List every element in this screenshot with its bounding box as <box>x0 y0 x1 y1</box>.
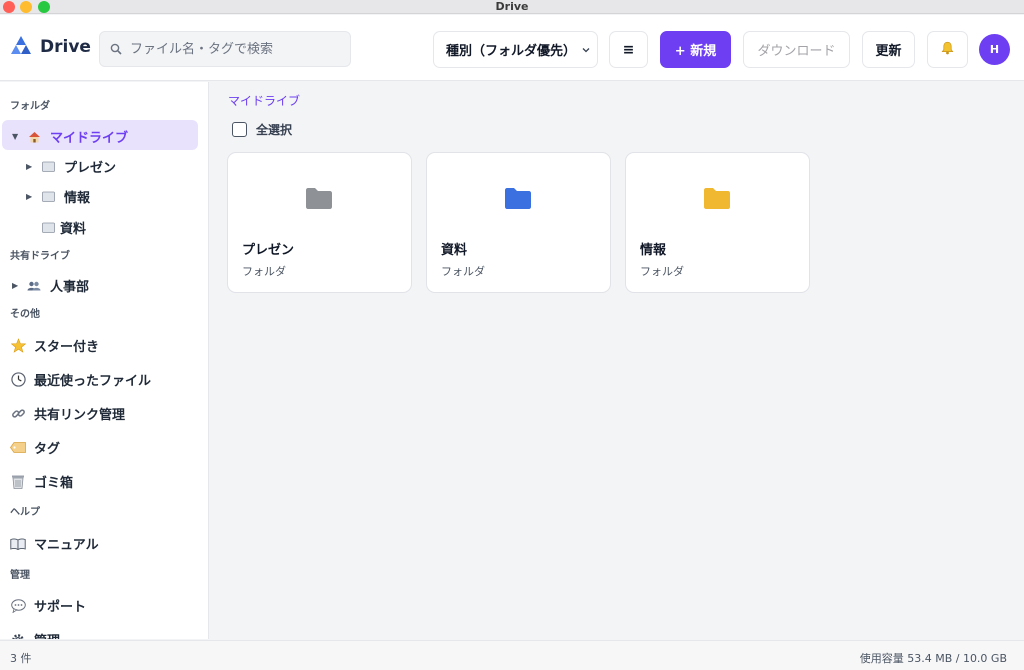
sidebar-item-recent[interactable]: 最近使ったファイル <box>10 370 151 389</box>
chat-bubble-icon <box>10 598 26 613</box>
sidebar-item-shiryo[interactable]: 資料 <box>40 218 86 237</box>
folder-icon <box>504 187 532 214</box>
hamburger-icon: ≡ <box>622 41 635 58</box>
app-logo[interactable]: Drive <box>10 35 91 59</box>
sidebar-item-label: 資料 <box>60 222 87 237</box>
sidebar-item-label: 共有リンク管理 <box>34 408 126 423</box>
chevron-down-icon <box>581 44 591 59</box>
expand-right-icon: ▶ <box>12 281 19 290</box>
new-button[interactable]: + 新規 <box>660 31 731 68</box>
user-avatar[interactable]: H <box>979 34 1010 65</box>
section-label-shared: 共有ドライブ <box>10 251 70 262</box>
main-content: マイドライブ 全選択 プレゼン フォルダ 資料 フォルダ 情報 フォルダ <box>210 82 1024 639</box>
folder-card[interactable]: 資料 フォルダ <box>426 152 611 293</box>
status-bar: 3 件 使用容量 53.4 MB / 10.0 GB <box>0 640 1024 670</box>
sidebar-item-my-drive-content[interactable]: ▼ マイドライブ <box>12 127 128 146</box>
notifications-button[interactable] <box>927 31 968 68</box>
download-button[interactable]: ダウンロード <box>743 31 850 68</box>
sidebar-item-trash[interactable]: ゴミ箱 <box>10 472 73 491</box>
view-menu-button[interactable]: ≡ <box>609 31 648 68</box>
sidebar-item-label: 管理 <box>34 630 60 639</box>
refresh-button[interactable]: 更新 <box>862 31 915 68</box>
gear-icon <box>10 633 26 639</box>
sidebar-item-presen[interactable]: ▶ プレゼン <box>26 157 116 176</box>
section-label-help: ヘルプ <box>10 507 40 518</box>
people-icon <box>26 281 42 291</box>
sidebar-item-shared-links[interactable]: 共有リンク管理 <box>10 404 125 423</box>
star-icon <box>10 338 26 353</box>
folder-card-name: プレゼン <box>242 243 295 258</box>
folder-card-type: フォルダ <box>640 265 684 278</box>
sidebar-item-support[interactable]: サポート <box>10 596 86 615</box>
section-label-folders: フォルダ <box>10 101 50 112</box>
folder-card-name: 資料 <box>441 243 468 258</box>
sidebar-item-label: スター付き <box>34 340 100 355</box>
sidebar: フォルダ ▼ マイドライブ ▶ プレゼン ▶ 情報 資料 共有ドライブ ▶ 人事… <box>0 82 209 639</box>
section-label-other: その他 <box>10 309 40 320</box>
folder-icon <box>40 222 56 233</box>
sidebar-item-label: マニュアル <box>34 538 99 553</box>
item-count: 3 件 <box>10 652 32 665</box>
sidebar-item-label: タグ <box>34 442 61 457</box>
select-all-label: 全選択 <box>256 123 293 137</box>
expand-down-icon: ▼ <box>12 132 19 141</box>
search-box[interactable] <box>99 31 351 67</box>
home-icon <box>26 131 42 143</box>
folder-card-type: フォルダ <box>242 265 286 278</box>
window-title: Drive <box>495 0 529 13</box>
drive-logo-icon <box>10 35 32 59</box>
sidebar-item-label: サポート <box>34 600 87 615</box>
folder-card[interactable]: プレゼン フォルダ <box>227 152 412 293</box>
tag-icon <box>10 442 26 453</box>
book-icon <box>10 538 26 550</box>
sort-select[interactable]: 種別（フォルダ優先） <box>433 31 598 68</box>
sidebar-item-label: ゴミ箱 <box>34 476 74 491</box>
top-bar: Drive 種別（フォルダ優先） ≡ + 新規 ダウンロード 更新 H <box>0 15 1024 81</box>
folder-icon <box>40 161 56 172</box>
folder-icon <box>703 187 731 214</box>
select-all[interactable]: 全選択 <box>232 121 292 138</box>
link-icon <box>10 406 26 421</box>
folder-icon <box>40 191 56 202</box>
folder-card[interactable]: 情報 フォルダ <box>625 152 810 293</box>
sidebar-item-label: 人事部 <box>50 280 90 295</box>
sort-select-value: 種別（フォルダ優先） <box>446 44 577 59</box>
storage-usage: 使用容量 53.4 MB / 10.0 GB <box>859 652 1007 665</box>
select-all-checkbox[interactable] <box>232 122 247 137</box>
sidebar-item-admin[interactable]: 管理 <box>10 630 60 639</box>
window-titlebar: Drive <box>0 0 1024 14</box>
expand-right-icon: ▶ <box>26 192 33 201</box>
sidebar-item-label: 最近使ったファイル <box>34 374 152 389</box>
folder-card-type: フォルダ <box>441 265 485 278</box>
sidebar-item-manual[interactable]: マニュアル <box>10 534 99 553</box>
breadcrumb[interactable]: マイドライブ <box>228 92 300 109</box>
trash-icon <box>10 474 26 489</box>
sidebar-item-joho[interactable]: ▶ 情報 <box>26 187 90 206</box>
search-icon <box>110 40 122 59</box>
bell-icon <box>941 41 954 59</box>
sidebar-item-label: マイドライブ <box>50 131 129 146</box>
folder-icon <box>305 187 333 214</box>
sidebar-item-starred[interactable]: スター付き <box>10 336 99 355</box>
expand-right-icon: ▶ <box>26 162 33 171</box>
sidebar-item-label: 情報 <box>64 191 91 206</box>
sidebar-item-hr[interactable]: ▶ 人事部 <box>12 276 89 295</box>
clock-icon <box>10 372 26 387</box>
logo-text: Drive <box>40 37 91 57</box>
sidebar-item-label: プレゼン <box>64 161 117 176</box>
section-label-admin: 管理 <box>10 570 30 581</box>
folder-card-name: 情報 <box>640 243 667 258</box>
sidebar-item-tags[interactable]: タグ <box>10 438 60 457</box>
search-input[interactable] <box>130 41 340 57</box>
